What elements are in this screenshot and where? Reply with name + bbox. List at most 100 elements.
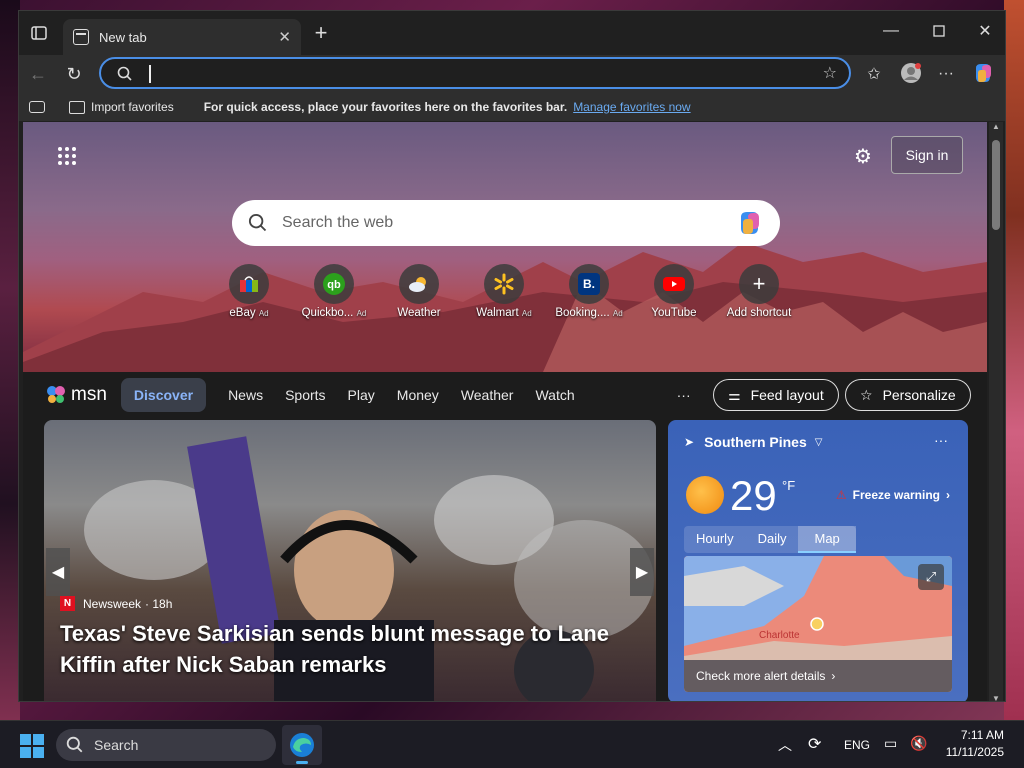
sidebar-toggle-icon[interactable] bbox=[29, 101, 45, 113]
weather-location[interactable]: ➤ Southern Pines ▽ bbox=[684, 434, 822, 450]
scroll-down-arrow[interactable]: ▼ bbox=[992, 694, 1000, 701]
news-age: · 18h bbox=[145, 596, 173, 611]
start-button[interactable] bbox=[20, 734, 44, 763]
news-hero-card[interactable]: ◀ ▶ N Newsweek · 18h Texas' Steve Sarkis… bbox=[44, 420, 656, 701]
weather-more-icon[interactable]: ··· bbox=[934, 432, 948, 448]
shortcut-booking[interactable]: B. Booking.... Ad bbox=[549, 264, 629, 319]
tab-weather[interactable]: Weather bbox=[461, 387, 514, 403]
tab-watch[interactable]: Watch bbox=[535, 387, 574, 403]
shortcut-youtube[interactable]: YouTube bbox=[634, 264, 714, 319]
weather-icon bbox=[399, 264, 439, 304]
page-scrollbar[interactable]: ▲ ▼ bbox=[989, 122, 1003, 701]
freeze-warning-alert[interactable]: ⚠ Freeze warning › bbox=[836, 488, 950, 502]
favorite-star-icon[interactable]: ☆ bbox=[823, 63, 837, 83]
profile-avatar[interactable] bbox=[899, 61, 923, 85]
youtube-icon bbox=[654, 264, 694, 304]
navigation-toolbar: ← ↻ ☆ ✩ ··· bbox=[19, 55, 1005, 93]
shortcut-walmart[interactable]: Walmart Ad bbox=[464, 264, 544, 319]
tab-new-tab[interactable]: New tab ✕ bbox=[63, 19, 301, 55]
import-favorites-button[interactable]: Import favorites bbox=[91, 100, 174, 114]
new-tab-page: ⚙ Sign in Search the web eBay Ad qb Quic… bbox=[23, 122, 987, 701]
desktop-background-right bbox=[1004, 0, 1024, 720]
settings-gear-icon[interactable]: ⚙ bbox=[851, 144, 875, 168]
new-tab-button[interactable]: + bbox=[311, 20, 331, 45]
taskbar-edge-button[interactable] bbox=[282, 725, 322, 765]
chevron-right-icon: › bbox=[946, 488, 950, 502]
close-tab-icon[interactable]: ✕ bbox=[278, 28, 291, 46]
tray-overflow-icon[interactable]: ︿ bbox=[778, 735, 792, 755]
shortcut-label: Booking.... bbox=[555, 307, 610, 319]
minimize-button[interactable]: — bbox=[879, 21, 903, 41]
close-window-button[interactable]: ✕ bbox=[973, 21, 997, 41]
alert-details-link[interactable]: Check more alert details › bbox=[684, 660, 952, 692]
tab-news[interactable]: News bbox=[228, 387, 263, 403]
more-menu-icon[interactable]: ··· bbox=[935, 63, 957, 85]
feed-layout-button[interactable]: ⚌ Feed layout bbox=[713, 379, 839, 411]
msn-logo[interactable]: msn bbox=[45, 383, 107, 407]
copilot-icon[interactable] bbox=[736, 209, 764, 237]
sparkle-icon: ☆ bbox=[860, 386, 873, 403]
address-input[interactable] bbox=[153, 63, 753, 83]
source-name: Newsweek bbox=[83, 596, 142, 611]
booking-icon: B. bbox=[569, 264, 609, 304]
scroll-up-arrow[interactable]: ▲ bbox=[992, 122, 1000, 131]
tab-actions-icon[interactable] bbox=[29, 23, 49, 43]
import-folder-icon bbox=[69, 100, 85, 114]
carousel-prev-button[interactable]: ◀ bbox=[46, 548, 70, 596]
tab-hourly[interactable]: Hourly bbox=[684, 526, 746, 553]
shortcut-label: Quickbo... bbox=[301, 307, 354, 319]
warning-icon: ⚠ bbox=[835, 488, 847, 502]
refresh-button[interactable]: ↻ bbox=[63, 63, 85, 85]
location-name: Southern Pines bbox=[704, 434, 807, 450]
shortcut-add[interactable]: + Add shortcut bbox=[719, 264, 799, 319]
text-caret bbox=[149, 65, 151, 83]
web-search-box[interactable]: Search the web bbox=[232, 200, 780, 246]
msn-navbar: msn Discover News Sports Play Money Weat… bbox=[23, 372, 987, 418]
shortcut-quickbooks[interactable]: qb Quickbo... Ad bbox=[294, 264, 374, 319]
sign-in-button[interactable]: Sign in bbox=[891, 136, 963, 174]
update-icon[interactable]: ⟳ bbox=[808, 734, 821, 754]
tab-discover[interactable]: Discover bbox=[120, 378, 207, 412]
language-indicator[interactable]: ENG bbox=[844, 738, 870, 752]
tab-play[interactable]: Play bbox=[348, 387, 375, 403]
more-tabs-icon[interactable]: ··· bbox=[677, 387, 691, 403]
clock[interactable]: 7:11 AM 11/11/2025 bbox=[940, 728, 1004, 759]
tab-daily[interactable]: Daily bbox=[746, 526, 799, 553]
weather-map[interactable]: Charlotte ⤢ Check more alert details › bbox=[684, 556, 952, 692]
ad-badge: Ad bbox=[612, 309, 623, 318]
chevron-right-icon: › bbox=[831, 669, 836, 683]
shortcut-weather[interactable]: Weather bbox=[379, 264, 459, 319]
copilot-icon[interactable] bbox=[971, 61, 995, 85]
news-headline[interactable]: Texas' Steve Sarkisian sends blunt messa… bbox=[60, 618, 640, 680]
ebay-icon bbox=[229, 264, 269, 304]
clock-time: 7:11 AM bbox=[960, 728, 1004, 742]
svg-text:qb: qb bbox=[327, 279, 341, 291]
walmart-icon bbox=[484, 264, 524, 304]
taskbar-search[interactable]: Search bbox=[56, 729, 276, 761]
manage-favorites-link[interactable]: Manage favorites now bbox=[573, 100, 690, 114]
back-button[interactable]: ← bbox=[27, 63, 49, 85]
favorites-icon[interactable]: ✩ bbox=[863, 63, 885, 85]
weather-tabs: Hourly Daily Map bbox=[684, 526, 856, 553]
expand-map-icon[interactable]: ⤢ bbox=[918, 564, 944, 590]
browser-window: New tab ✕ + — ✕ ← ↻ ☆ ✩ ··· Import favor… bbox=[18, 10, 1006, 702]
news-source: N Newsweek · 18h bbox=[60, 596, 172, 611]
shortcut-label: Weather bbox=[397, 307, 441, 319]
carousel-next-button[interactable]: ▶ bbox=[630, 548, 654, 596]
tab-sports[interactable]: Sports bbox=[285, 387, 325, 403]
apps-launcher-icon[interactable] bbox=[55, 144, 79, 168]
maximize-button[interactable] bbox=[927, 21, 951, 41]
weather-card: ➤ Southern Pines ▽ ··· 29 °F ⚠ Freeze wa… bbox=[668, 420, 968, 701]
tab-map[interactable]: Map bbox=[798, 526, 856, 553]
ad-badge: Ad bbox=[521, 309, 532, 318]
shortcut-ebay[interactable]: eBay Ad bbox=[209, 264, 289, 319]
display-icon[interactable]: ▭ bbox=[884, 735, 897, 752]
temperature: 29 bbox=[730, 472, 777, 519]
scroll-thumb[interactable] bbox=[992, 140, 1000, 230]
address-bar[interactable]: ☆ bbox=[99, 57, 851, 89]
location-arrow-icon: ➤ bbox=[684, 435, 695, 449]
personalize-button[interactable]: ☆ Personalize bbox=[845, 379, 971, 411]
volume-muted-icon[interactable]: 🔇 bbox=[910, 735, 927, 752]
search-icon bbox=[117, 66, 132, 81]
tab-money[interactable]: Money bbox=[397, 387, 439, 403]
